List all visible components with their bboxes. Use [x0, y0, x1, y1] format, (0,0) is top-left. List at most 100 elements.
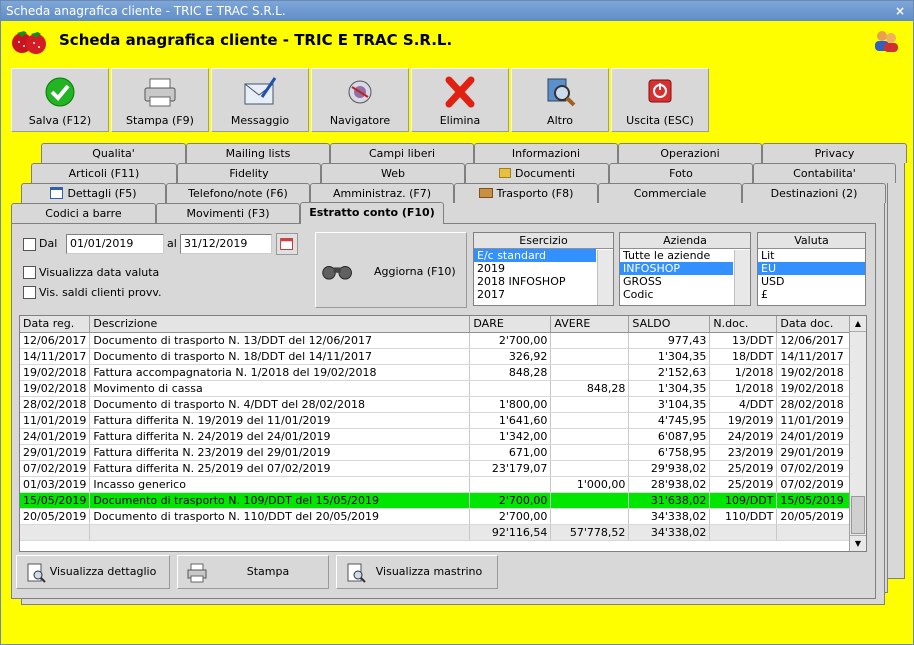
tab-amministraz[interactable]: Amministraz. (F7) [310, 183, 454, 203]
table-cell: 977,43 [628, 332, 711, 349]
table-row[interactable]: 24/01/2019 Fattura differita N. 24/2019 d… [20, 428, 853, 445]
grid-scrollbar[interactable]: ▲ ▼ [849, 316, 866, 551]
calendar-icon [280, 238, 293, 250]
table-row[interactable]: 11/01/2019 Fattura differita N. 19/2019 d… [20, 412, 853, 429]
tab-movimenti[interactable]: Movimenti (F3) [156, 203, 300, 223]
tab-documenti[interactable]: Documenti [465, 163, 609, 183]
tab-foto[interactable]: Foto [609, 163, 753, 183]
tab-dettagli[interactable]: Dettagli (F5) [21, 183, 166, 203]
tab-codici-a-barre[interactable]: Codici a barre [11, 203, 156, 223]
column-header[interactable]: N.doc. [709, 316, 778, 333]
table-row[interactable]: 19/02/2018 Fattura accompagnatoria N. 1/2… [20, 364, 853, 381]
table-row[interactable]: 29/01/2019 Fattura differita N. 23/2019 d… [20, 444, 853, 461]
table-row[interactable]: 01/03/2019 Incasso generico 1'000,00 28'938… [20, 476, 853, 493]
table-row[interactable]: 20/05/2019 Documento di trasporto N. 110/… [20, 508, 853, 525]
table-cell: 19/02/2018 [20, 380, 91, 397]
total-cell: 57'778,52 [550, 524, 630, 541]
users-icon[interactable] [873, 29, 899, 53]
tab-estratto-conto[interactable]: Estratto conto (F10) [300, 202, 444, 224]
tab-destinazioni[interactable]: Destinazioni (2) [742, 183, 886, 203]
scroll-thumb[interactable] [851, 496, 865, 534]
view-detail-button[interactable]: Visualizza dettaglio [16, 555, 170, 589]
azienda-item[interactable]: Codic [620, 288, 750, 301]
tab-commerciale[interactable]: Commerciale [598, 183, 742, 203]
statement-table: Data reg. Descrizione DARE AVERE SALDO N.doc.… [20, 316, 853, 541]
navigator-button[interactable]: Navigatore [311, 68, 409, 132]
tab-fidelity[interactable]: Fidelity [177, 163, 321, 183]
view-ledger-button[interactable]: Visualizza mastrino [336, 555, 498, 589]
date-to-input[interactable]: 31/12/2019 [180, 234, 272, 254]
esercizio-item[interactable]: 2018 INFOSHOP [474, 275, 613, 288]
tab-mailing-lists[interactable]: Mailing lists [186, 143, 330, 163]
print-statement-button[interactable]: Stampa [177, 555, 329, 589]
tab-operazioni[interactable]: Operazioni [618, 143, 762, 163]
delete-button[interactable]: Elimina [411, 68, 509, 132]
azienda-item[interactable]: GROSS [620, 275, 750, 288]
valuta-list[interactable]: Valuta Lit EU USD £ [757, 232, 866, 306]
message-button[interactable]: Messaggio [211, 68, 309, 132]
table-cell: 4'745,95 [628, 412, 711, 429]
azienda-scrollbar[interactable] [734, 250, 750, 305]
table-cell: 24/01/2019 [20, 428, 91, 445]
esercizio-item[interactable]: E/c standard [474, 249, 596, 262]
valuta-item[interactable]: Lit [758, 249, 865, 262]
tab-informazioni[interactable]: Informazioni [474, 143, 618, 163]
date-from-input[interactable]: 01/01/2019 [66, 234, 164, 254]
calendar-button[interactable] [276, 233, 298, 255]
column-header[interactable]: DARE [469, 316, 552, 333]
valuta-item[interactable]: USD [758, 275, 865, 288]
data-valuta-checkbox[interactable] [23, 266, 36, 279]
table-cell: 24/2019 [709, 428, 778, 445]
dal-checkbox[interactable] [23, 238, 36, 251]
table-cell: 19/2019 [709, 412, 778, 429]
print-button[interactable]: Stampa (F9) [111, 68, 209, 132]
table-cell: 28/02/2018 [776, 396, 853, 413]
table-cell: 1'800,00 [469, 396, 552, 413]
close-button[interactable]: × [895, 1, 905, 21]
esercizio-item[interactable]: 2017 [474, 288, 613, 301]
tab-web[interactable]: Web [321, 163, 465, 183]
saldi-provv-checkbox[interactable] [23, 286, 36, 299]
table-row[interactable]: 12/06/2017 Documento di trasporto N. 13/D… [20, 332, 853, 349]
column-header[interactable]: Descrizione [89, 316, 471, 333]
tab-privacy[interactable]: Privacy [762, 143, 907, 163]
calendar-icon [50, 187, 64, 199]
column-header[interactable]: Data doc. [776, 316, 853, 333]
esercizio-item[interactable]: 2019 [474, 262, 613, 275]
azienda-item[interactable]: Tutte le aziende [620, 249, 750, 262]
print-statement-label: Stampa [246, 565, 290, 578]
table-row[interactable]: 14/11/2017 Documento di trasporto N. 18/D… [20, 348, 853, 365]
table-row[interactable]: 19/02/2018 Movimento di cassa 848,28 1'304,… [20, 380, 853, 397]
esercizio-scrollbar[interactable] [597, 250, 613, 305]
scroll-up-button[interactable]: ▲ [850, 316, 866, 332]
tab-trasporto[interactable]: Trasporto (F8) [454, 183, 598, 203]
tab-contabilita[interactable]: Contabilita' [753, 163, 896, 183]
column-header[interactable]: AVERE [550, 316, 630, 333]
scroll-down-button[interactable]: ▼ [850, 535, 866, 551]
azienda-item[interactable]: INFOSHOP [620, 262, 733, 275]
table-cell [550, 364, 630, 381]
esercizio-list[interactable]: Esercizio E/c standard 2019 2018 INFOSHO… [473, 232, 614, 306]
column-header[interactable]: Data reg. [20, 316, 91, 333]
save-button[interactable]: Salva (F12) [11, 68, 109, 132]
table-cell: 23/2019 [709, 444, 778, 461]
more-button[interactable]: Altro [511, 68, 609, 132]
tab-campi-liberi[interactable]: Campi liberi [330, 143, 474, 163]
account-statement-grid[interactable]: Data reg. Descrizione DARE AVERE SALDO N.doc.… [19, 315, 867, 552]
column-header[interactable]: SALDO [628, 316, 711, 333]
valuta-item[interactable]: EU [758, 262, 865, 275]
tab-qualita[interactable]: Qualita' [41, 143, 186, 163]
table-cell: 2'700,00 [469, 332, 552, 349]
valuta-item[interactable]: £ [758, 288, 865, 301]
azienda-list[interactable]: Azienda Tutte le aziende INFOSHOP GROSS … [619, 232, 751, 306]
table-cell [550, 348, 630, 365]
table-cell: Documento di trasporto N. 18/DDT del 14/… [89, 348, 471, 365]
tab-telefono-note[interactable]: Telefono/note (F6) [166, 183, 310, 203]
exit-button[interactable]: Uscita (ESC) [611, 68, 709, 132]
table-row[interactable]: 07/02/2019 Fattura differita N. 25/2019 d… [20, 460, 853, 477]
table-row[interactable]: 15/05/2019 Documento di trasporto N. 109/… [20, 492, 853, 509]
table-row[interactable]: 28/02/2018 Documento di trasporto N. 4/DD… [20, 396, 853, 413]
refresh-button[interactable]: Aggiorna (F10) [315, 232, 467, 308]
tab-articoli[interactable]: Articoli (F11) [31, 163, 177, 183]
more-label: Altro [547, 114, 573, 127]
